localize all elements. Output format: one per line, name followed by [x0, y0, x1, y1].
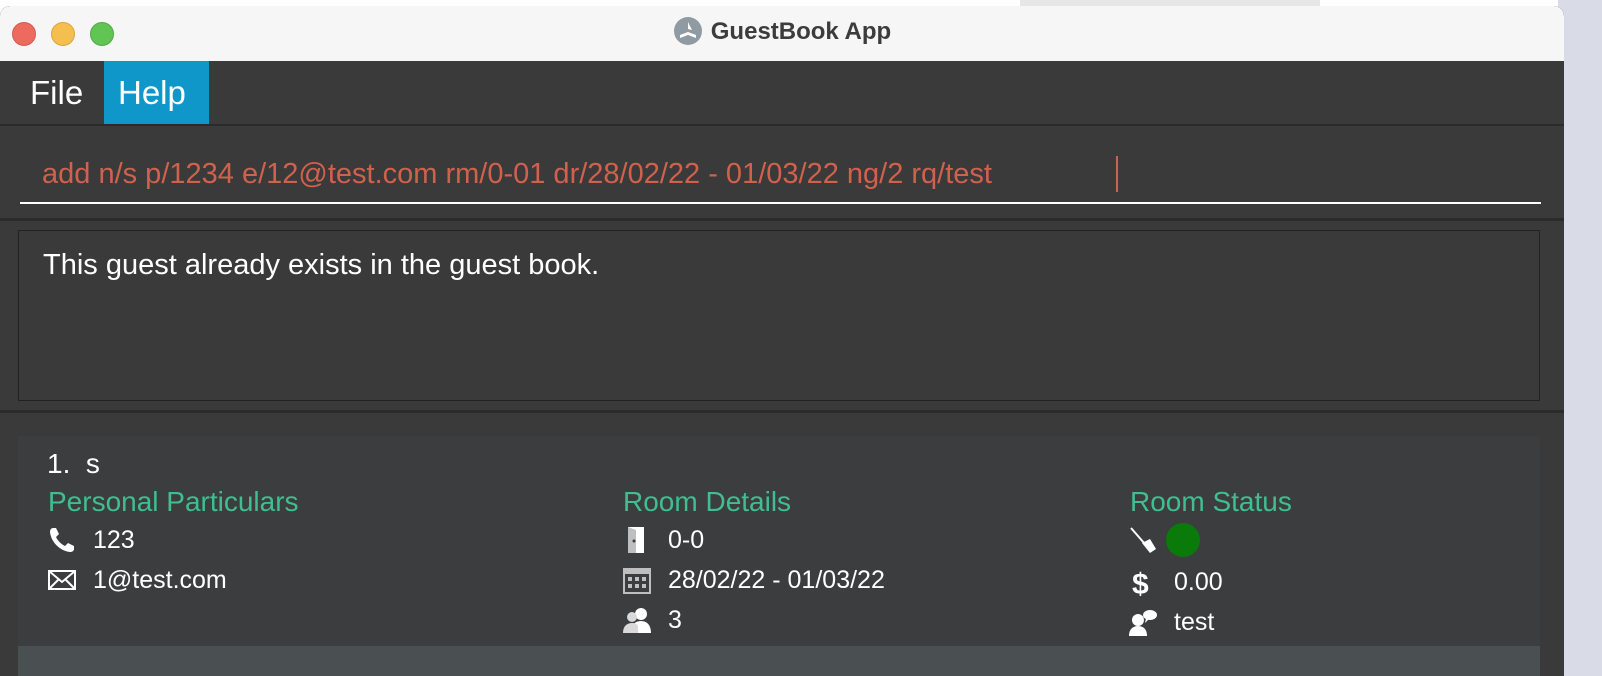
menu-help[interactable]: Help: [104, 61, 209, 124]
phone-value: 123: [93, 525, 135, 554]
mail-icon: [47, 565, 77, 595]
menu-bar: File Help: [0, 61, 1564, 126]
door-icon: [622, 525, 652, 555]
room-details-heading: Room Details: [623, 486, 792, 517]
guest-card[interactable]: 1. s Personal Particulars 123 1@test.com…: [18, 436, 1540, 646]
menu-file[interactable]: File: [16, 61, 97, 124]
background-desktop: [1558, 0, 1602, 676]
guest-index: 1.: [47, 448, 71, 479]
room-value: 0-0: [668, 525, 705, 554]
email-value: 1@test.com: [93, 565, 227, 594]
guest-name: 1. s: [47, 448, 100, 480]
person-speech-icon: [1128, 607, 1158, 637]
personal-particulars-heading: Personal Particulars: [48, 486, 299, 517]
num-guests-value: 3: [668, 605, 682, 634]
app-window: GuestBook App File Help This guest alrea…: [0, 6, 1564, 676]
title-bar: GuestBook App: [0, 6, 1564, 62]
guests-row: 3: [622, 604, 682, 636]
clean-status-row: [1128, 522, 1200, 558]
window-title: GuestBook App: [710, 18, 892, 45]
calendar-icon: [622, 565, 652, 595]
bill-row: $ 0.00: [1128, 566, 1223, 602]
request-value: test: [1174, 607, 1215, 636]
app-logo-icon: [673, 16, 703, 46]
date-range-value: 28/02/22 - 01/03/22: [668, 565, 885, 594]
text-caret: [1116, 156, 1118, 192]
room-row: 0-0: [622, 524, 704, 556]
request-row: test: [1128, 606, 1214, 638]
divider: [0, 410, 1564, 413]
divider: [0, 218, 1564, 221]
phone-row: 123: [47, 524, 135, 556]
result-message: This guest already exists in the guest b…: [43, 249, 600, 281]
people-icon: [622, 605, 652, 635]
result-display: This guest already exists in the guest b…: [18, 230, 1540, 401]
dollar-icon: $: [1128, 567, 1158, 601]
phone-icon: [47, 525, 77, 555]
clean-status-indicator: [1166, 523, 1200, 557]
date-row: 28/02/22 - 01/03/22: [622, 564, 885, 596]
command-input[interactable]: [20, 146, 1541, 204]
guest-list: 1. s Personal Particulars 123 1@test.com…: [0, 416, 1564, 676]
guest-name-text: s: [85, 448, 100, 479]
email-row: 1@test.com: [47, 564, 227, 596]
next-card-partial: [18, 646, 1540, 676]
command-box: [0, 126, 1564, 218]
room-status-heading: Room Status: [1130, 486, 1292, 517]
svg-text:$: $: [1132, 568, 1149, 597]
bill-value: 0.00: [1174, 567, 1223, 596]
broom-icon: [1128, 525, 1158, 555]
